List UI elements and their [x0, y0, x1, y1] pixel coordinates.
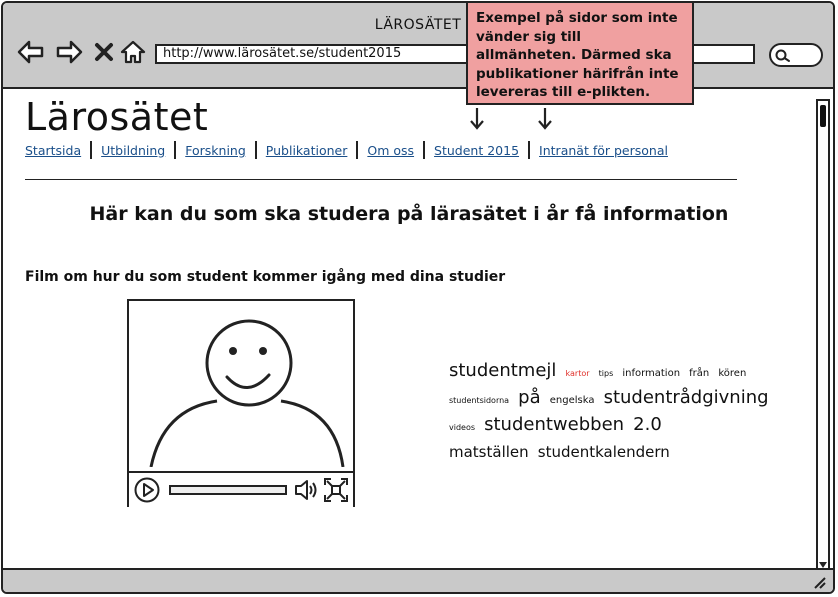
play-icon[interactable]	[133, 476, 161, 504]
volume-icon[interactable]	[293, 477, 319, 503]
page-content: Lärosätet Startsida Utbildning Forskning…	[3, 89, 811, 568]
menu-divider	[356, 141, 359, 159]
menu-divider	[90, 141, 93, 159]
close-icon	[95, 43, 113, 61]
main-menu: Startsida Utbildning Forskning Publikati…	[25, 141, 668, 159]
tag-link[interactable]: från	[689, 368, 709, 379]
tag-link[interactable]: 2.0	[633, 414, 662, 435]
back-button[interactable]	[17, 39, 45, 65]
tag-cloud: studentmejl kartor tips information från…	[449, 359, 789, 464]
tag-link[interactable]: engelska	[550, 395, 595, 406]
video-progress-bar[interactable]	[169, 485, 287, 495]
site-title: Lärosätet	[25, 95, 209, 139]
tag-link[interactable]: studentsidorna	[449, 396, 509, 405]
scrollbar-thumb[interactable]	[820, 105, 826, 127]
tag-link[interactable]: matställen	[449, 443, 529, 461]
tag-link[interactable]: studentrådgivning	[604, 387, 769, 408]
arrow-left-icon	[17, 40, 44, 64]
tag-link[interactable]: kartor	[566, 369, 590, 378]
vertical-scrollbar[interactable]	[816, 99, 830, 573]
browser-chrome: LÄROSÄTET http://www.lärosätet.se/studen…	[3, 3, 833, 89]
tag-link[interactable]: studentwebben	[484, 414, 624, 435]
search-field[interactable]	[769, 43, 823, 67]
arrow-down-icon	[538, 108, 552, 130]
browser-window: LÄROSÄTET http://www.lärosätet.se/studen…	[1, 1, 835, 594]
status-bar	[3, 568, 833, 592]
menu-item-forskning[interactable]: Forskning	[185, 143, 246, 158]
resize-grip-icon[interactable]	[811, 574, 827, 590]
tag-link[interactable]: studentmejl	[449, 360, 556, 381]
tag-link[interactable]: information	[622, 368, 680, 379]
tag-link[interactable]: tips	[599, 369, 614, 378]
home-icon	[120, 40, 146, 64]
tag-link[interactable]: kören	[718, 368, 746, 379]
menu-item-utbildning[interactable]: Utbildning	[101, 143, 165, 158]
tag-link[interactable]: videos	[449, 423, 475, 432]
annotation-note: Exempel på sidor som inte vänder sig til…	[466, 1, 694, 105]
menu-item-publikationer[interactable]: Publikationer	[266, 143, 348, 158]
forward-button[interactable]	[55, 39, 83, 65]
arrow-right-icon	[56, 40, 83, 64]
tag-link[interactable]: studentkalendern	[538, 443, 670, 461]
menu-divider	[254, 141, 257, 159]
arrow-down-icon	[470, 108, 484, 130]
fullscreen-icon[interactable]	[323, 477, 349, 503]
page-headline: Här kan du som ska studera på lärasätet …	[89, 203, 729, 225]
video-thumbnail-person	[149, 319, 345, 467]
search-icon	[775, 49, 790, 62]
video-caption: Film om hur du som student kommer igång …	[25, 269, 506, 285]
stop-button[interactable]	[93, 39, 115, 65]
menu-item-intranat[interactable]: Intranät för personal	[539, 143, 668, 158]
video-controls	[129, 471, 353, 507]
menu-divider	[423, 141, 426, 159]
menu-divider	[528, 141, 531, 159]
home-button[interactable]	[119, 39, 147, 65]
menu-divider	[174, 141, 177, 159]
menu-item-om-oss[interactable]: Om oss	[367, 143, 414, 158]
tag-link[interactable]: på	[518, 387, 540, 408]
menu-item-startsida[interactable]: Startsida	[25, 143, 81, 158]
video-player[interactable]	[127, 299, 355, 507]
header-divider	[25, 179, 737, 180]
menu-item-student-2015[interactable]: Student 2015	[434, 143, 519, 158]
